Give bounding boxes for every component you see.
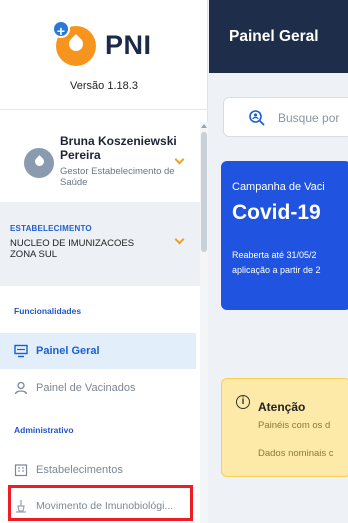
- section-functionalities: Funcionalidades: [14, 306, 82, 316]
- sidebar-scrollbar[interactable]: [200, 122, 208, 523]
- logo-area: + PNI Versão 1.18.3: [0, 0, 208, 110]
- info-icon: i: [236, 395, 250, 409]
- search-user-icon: [249, 110, 265, 126]
- user-role: Gestor Estabelecimento de Saúde: [60, 166, 175, 188]
- campaign-detail: Reaberta até 31/05/2 aplicação a partir …: [232, 248, 348, 278]
- user-profile[interactable]: Bruna Koszeniewski Pereira Gestor Estabe…: [0, 122, 208, 194]
- building-icon: [14, 464, 28, 477]
- avatar: [24, 148, 54, 178]
- sidebar-item-label: Estabelecimentos: [36, 464, 123, 476]
- search-placeholder: Busque por: [278, 111, 340, 125]
- campaign-subtitle: Campanha de Vaci: [232, 181, 325, 193]
- establishment-label: ESTABELECIMENTO: [10, 224, 92, 233]
- sidebar: + PNI Versão 1.18.3 Bruna Koszeniewski P…: [0, 0, 208, 523]
- highlight-annotation: [8, 485, 193, 521]
- chevron-down-icon[interactable]: [174, 154, 185, 165]
- alert-box: i Atenção Painéis com os d Dados nominai…: [221, 378, 348, 477]
- sidebar-item-label: Painel Geral: [36, 345, 100, 357]
- establishment-selector[interactable]: ESTABELECIMENTO NUCLEO DE IMUNIZACOES ZO…: [0, 202, 200, 286]
- chevron-down-icon[interactable]: [174, 234, 185, 245]
- search-input[interactable]: Busque por: [223, 97, 348, 137]
- alert-line-1: Painéis com os d: [258, 420, 331, 431]
- scrollbar-thumb[interactable]: [201, 132, 207, 252]
- campaign-title: Covid-19: [232, 201, 321, 224]
- scroll-up-arrow-icon[interactable]: [201, 124, 207, 128]
- campaign-line-1: Reaberta até 31/05/2: [232, 250, 317, 260]
- campaign-line-2: aplicação a partir de 2: [232, 265, 321, 275]
- section-administrative: Administrativo: [14, 425, 74, 435]
- sidebar-item-label: Painel de Vacinados: [36, 382, 136, 394]
- logo-text: PNI: [105, 30, 152, 60]
- dashboard-icon: [14, 344, 28, 358]
- page-title: Painel Geral: [229, 28, 319, 45]
- user-name: Bruna Koszeniewski Pereira: [60, 134, 177, 162]
- top-header: Painel Geral: [209, 0, 348, 73]
- app-version: Versão 1.18.3: [70, 80, 138, 92]
- alert-line-2: Dados nominais c: [258, 448, 334, 459]
- user-icon: [14, 381, 28, 395]
- alert-title: Atenção: [258, 400, 306, 414]
- sidebar-item-painel-vacinados[interactable]: Painel de Vacinados: [0, 370, 196, 406]
- campaign-card[interactable]: Campanha de Vaci Covid-19 Reaberta até 3…: [221, 161, 348, 310]
- establishment-name: NUCLEO DE IMUNIZACOES ZONA SUL: [10, 238, 135, 260]
- plus-badge-icon: +: [52, 20, 70, 39]
- sidebar-item-estabelecimentos[interactable]: Estabelecimentos: [0, 452, 196, 488]
- sidebar-item-painel-geral[interactable]: Painel Geral: [0, 333, 196, 369]
